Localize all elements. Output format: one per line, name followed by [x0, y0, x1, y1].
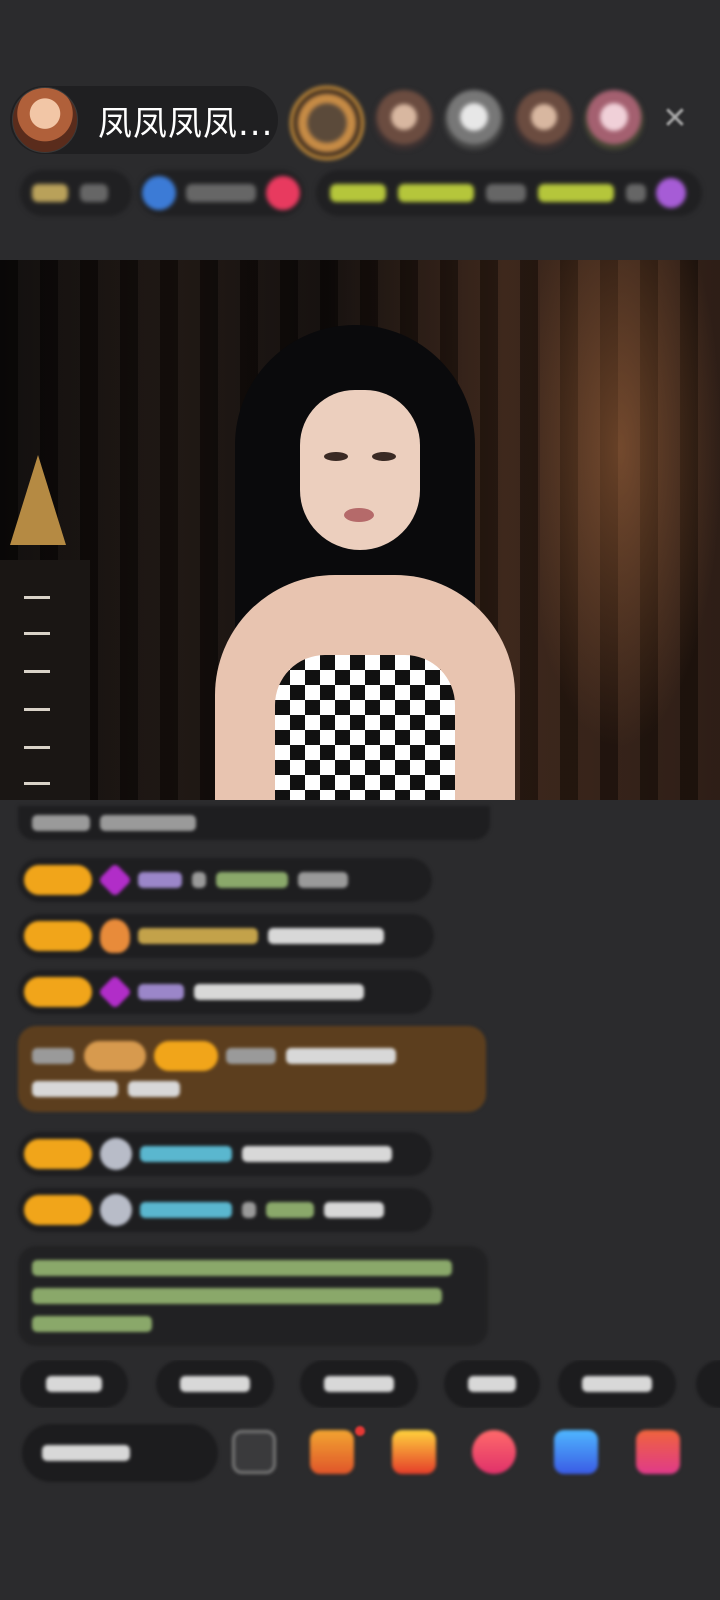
diamond-icon: [98, 975, 132, 1009]
face: [300, 390, 420, 550]
quick-reply-button[interactable]: [300, 1360, 418, 1408]
lamp-glow: [540, 260, 720, 800]
viewer-avatar[interactable]: [290, 86, 364, 160]
chat-message: [18, 858, 432, 902]
user-icon: [100, 1138, 132, 1170]
level-badge: [24, 921, 92, 951]
chat-message: [18, 1188, 432, 1232]
level-badge: [24, 1139, 92, 1169]
comment-input[interactable]: [22, 1424, 218, 1482]
level-badge: [24, 977, 92, 1007]
coin-box-icon[interactable]: [392, 1430, 436, 1474]
highlight-message: [18, 1026, 486, 1112]
quick-reply-button[interactable]: [558, 1360, 676, 1408]
close-icon[interactable]: ✕: [660, 104, 690, 134]
quick-reply-button[interactable]: [696, 1360, 720, 1408]
chat-message: [18, 914, 434, 958]
viewer-avatar[interactable]: [444, 90, 504, 150]
fire-icon: [100, 919, 130, 953]
user-icon: [100, 1194, 132, 1226]
live-stream-video[interactable]: [0, 260, 720, 800]
quick-reply-button[interactable]: [156, 1360, 274, 1408]
host-name: 凤凤凤凤...: [98, 103, 274, 144]
notification-dot: [355, 1426, 365, 1436]
heart-icon[interactable]: [472, 1430, 516, 1474]
diamond-icon: [98, 863, 132, 897]
chat-message: [18, 1132, 432, 1176]
quick-reply-row: [20, 1360, 720, 1408]
gift-box-icon[interactable]: [310, 1430, 354, 1474]
shelf: [0, 560, 90, 800]
checkered-dress: [275, 655, 455, 800]
level-badge: [24, 1195, 92, 1225]
quick-reply-button[interactable]: [20, 1360, 128, 1408]
system-notice: [18, 1246, 488, 1346]
bottom-toolbar: [0, 1424, 720, 1484]
chat-message: [18, 970, 432, 1014]
chat-message: [18, 806, 490, 840]
viewer-avatar[interactable]: [514, 90, 574, 150]
info-bar: [20, 170, 702, 216]
more-apps-icon[interactable]: [636, 1430, 680, 1474]
face-icon[interactable]: [232, 1430, 276, 1474]
top-viewers: [290, 86, 644, 160]
hot-tags-chip[interactable]: [316, 170, 702, 216]
host-info[interactable]: 凤凤凤凤...: [10, 86, 278, 154]
level-badge: [24, 865, 92, 895]
streamer: [205, 325, 525, 800]
fans-club-chip[interactable]: [138, 170, 304, 216]
rank-chip[interactable]: [20, 170, 132, 216]
viewer-avatar[interactable]: [374, 90, 434, 150]
gold-statue: [10, 455, 66, 545]
host-avatar[interactable]: [12, 87, 78, 153]
game-icon[interactable]: [554, 1430, 598, 1474]
quick-reply-button[interactable]: [444, 1360, 540, 1408]
viewer-avatar[interactable]: [584, 90, 644, 150]
